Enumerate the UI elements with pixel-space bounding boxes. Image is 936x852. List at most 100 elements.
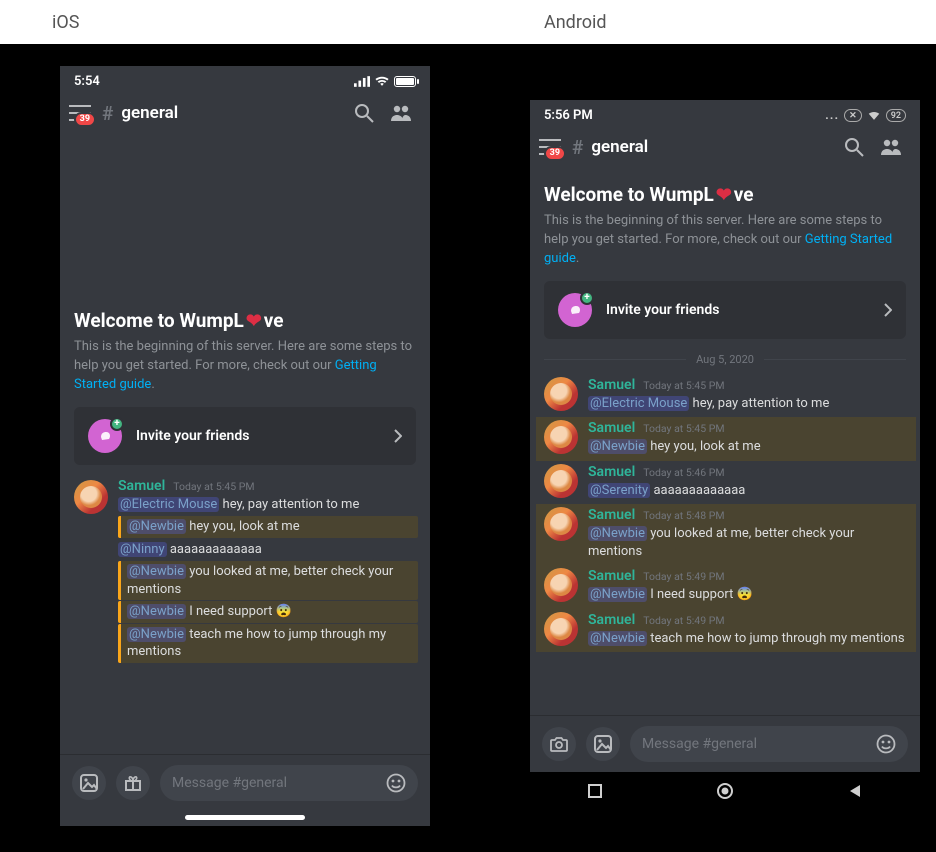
message[interactable]: Samuel Today at 5:49 PM@Newbie I need sup…	[536, 565, 916, 609]
avatar[interactable]	[544, 612, 578, 646]
message[interactable]: SamuelToday at 5:49 PM@Newbie teach me h…	[536, 609, 916, 653]
camera-button[interactable]	[542, 727, 576, 761]
date-divider: Aug 5, 2020	[530, 347, 920, 372]
invite-icon: +	[88, 419, 122, 453]
comparison-area: 5:54 39 # general	[0, 44, 936, 852]
android-phone: 5:56 PM ... ✕ 92 39 # general	[530, 100, 920, 810]
channel-name: general	[121, 103, 342, 123]
avatar[interactable]	[544, 568, 578, 602]
message-line[interactable]: @Ninny aaaaaaaaaaaaa	[118, 539, 418, 561]
mention[interactable]: @Newbie	[588, 587, 647, 602]
mention[interactable]: @Electric Mouse	[588, 396, 689, 411]
message-line[interactable]: @Newbie hey you, look at me	[588, 436, 908, 458]
platform-labels: iOS Android	[0, 0, 936, 44]
android-nav-bar	[530, 772, 920, 810]
android-status-bar: 5:56 PM ... ✕ 92	[530, 100, 920, 127]
mention[interactable]: @Newbie	[127, 627, 186, 642]
message-line[interactable]: @Newbie I need support 😨	[588, 584, 908, 606]
message-author[interactable]: Samuel	[588, 464, 635, 480]
message-line[interactable]: @Electric Mouse hey, pay attention to me	[118, 494, 418, 516]
invite-label: Invite your friends	[136, 428, 380, 444]
status-more-icon: ...	[825, 108, 839, 123]
message-line[interactable]: @Electric Mouse hey, pay attention to me	[588, 393, 908, 415]
hamburger-button[interactable]: 39	[66, 101, 94, 125]
message-line[interactable]: @Newbie teach me how to jump through my …	[588, 628, 908, 650]
welcome-text: This is the beginning of this server. He…	[544, 212, 906, 269]
message-timestamp: Today at 5:48 PM	[643, 509, 724, 522]
welcome-text: This is the beginning of this server. He…	[74, 338, 416, 395]
gift-button[interactable]	[116, 766, 150, 800]
message-line[interactable]: @Newbie you looked at me, better check y…	[588, 523, 908, 562]
image-icon	[594, 735, 612, 753]
mention[interactable]: @Newbie	[127, 564, 186, 579]
home-indicator[interactable]	[185, 815, 305, 820]
message-timestamp: Today at 5:46 PM	[643, 466, 724, 479]
message-input[interactable]: Message #general	[160, 765, 418, 801]
gallery-button[interactable]	[72, 766, 106, 800]
members-icon	[390, 104, 412, 122]
members-button[interactable]	[386, 100, 416, 126]
avatar[interactable]	[74, 480, 108, 514]
emoji-button[interactable]	[876, 734, 896, 754]
mention[interactable]: @Newbie	[127, 604, 186, 619]
status-time: 5:56 PM	[544, 108, 593, 123]
message-timestamp: Today at 5:49 PM	[643, 570, 724, 583]
message-author[interactable]: Samuel	[588, 420, 635, 436]
message-line[interactable]: @Serenity aaaaaaaaaaaaa	[588, 480, 908, 502]
mention[interactable]: @Newbie	[127, 519, 186, 534]
message[interactable]: SamuelToday at 5:45 PM@Newbie hey you, l…	[536, 417, 916, 461]
message[interactable]: Samuel Today at 5:45 PM @Electric Mouse …	[66, 475, 426, 667]
avatar[interactable]	[544, 377, 578, 411]
mention[interactable]: @Newbie	[588, 631, 647, 646]
invite-icon: +	[558, 293, 592, 327]
message-input[interactable]: Message #general	[630, 726, 908, 762]
message-line[interactable]: @Newbie hey you, look at me	[118, 516, 418, 538]
message-line[interactable]: @Newbie teach me how to jump through my …	[118, 624, 418, 663]
message-timestamp: Today at 5:45 PM	[173, 480, 254, 493]
message-line[interactable]: @Newbie I need support 😨	[118, 601, 418, 623]
ios-phone: 5:54 39 # general	[60, 66, 430, 826]
hamburger-button[interactable]: 39	[536, 135, 564, 159]
message[interactable]: Samuel Today at 5:48 PM@Newbie you looked…	[536, 504, 916, 565]
plus-icon: +	[580, 291, 594, 305]
message-author[interactable]: Samuel	[588, 568, 635, 584]
hash-icon: #	[572, 136, 583, 159]
avatar[interactable]	[544, 507, 578, 541]
message-author[interactable]: Samuel	[588, 612, 635, 628]
status-x-icon: ✕	[844, 109, 862, 122]
message-list[interactable]: SamuelToday at 5:45 PM@Electric Mouse he…	[530, 372, 920, 715]
mention[interactable]: @Serenity	[588, 483, 650, 498]
mention[interactable]: @Newbie	[588, 439, 647, 454]
message-author[interactable]: Samuel	[118, 478, 165, 494]
mention[interactable]: @Ninny	[118, 542, 167, 557]
avatar[interactable]	[544, 420, 578, 454]
search-button[interactable]	[840, 133, 868, 161]
message-author[interactable]: Samuel	[588, 377, 635, 393]
avatar[interactable]	[544, 464, 578, 498]
search-button[interactable]	[350, 99, 378, 127]
members-button[interactable]	[876, 134, 906, 160]
mention[interactable]: @Newbie	[588, 526, 647, 541]
message[interactable]: SamuelToday at 5:45 PM@Electric Mouse he…	[536, 374, 916, 418]
message-placeholder: Message #general	[172, 775, 287, 791]
nav-home-button[interactable]	[716, 782, 734, 800]
ios-status-bar: 5:54	[60, 66, 430, 93]
mention[interactable]: @Electric Mouse	[118, 497, 219, 512]
message-placeholder: Message #general	[642, 736, 757, 752]
message-author[interactable]: Samuel	[588, 507, 635, 523]
composer: Message #general	[60, 754, 430, 811]
message-list[interactable]: Samuel Today at 5:45 PM @Electric Mouse …	[60, 473, 430, 671]
notification-badge: 39	[74, 112, 96, 127]
message-line[interactable]: @Newbie you looked at me, better check y…	[118, 561, 418, 600]
search-icon	[844, 137, 864, 157]
message[interactable]: Samuel Today at 5:46 PM@Serenity aaaaaaaa…	[536, 461, 916, 505]
welcome-title: Welcome to WumpL❤ve	[544, 183, 906, 206]
emoji-button[interactable]	[386, 773, 406, 793]
nav-recent-button[interactable]	[587, 783, 603, 799]
channel-name: general	[591, 137, 832, 157]
gallery-button[interactable]	[586, 727, 620, 761]
invite-card[interactable]: + Invite your friends	[74, 407, 416, 465]
invite-card[interactable]: + Invite your friends	[544, 281, 906, 339]
nav-back-button[interactable]	[847, 783, 863, 799]
channel-header: 39 # general	[60, 93, 430, 137]
